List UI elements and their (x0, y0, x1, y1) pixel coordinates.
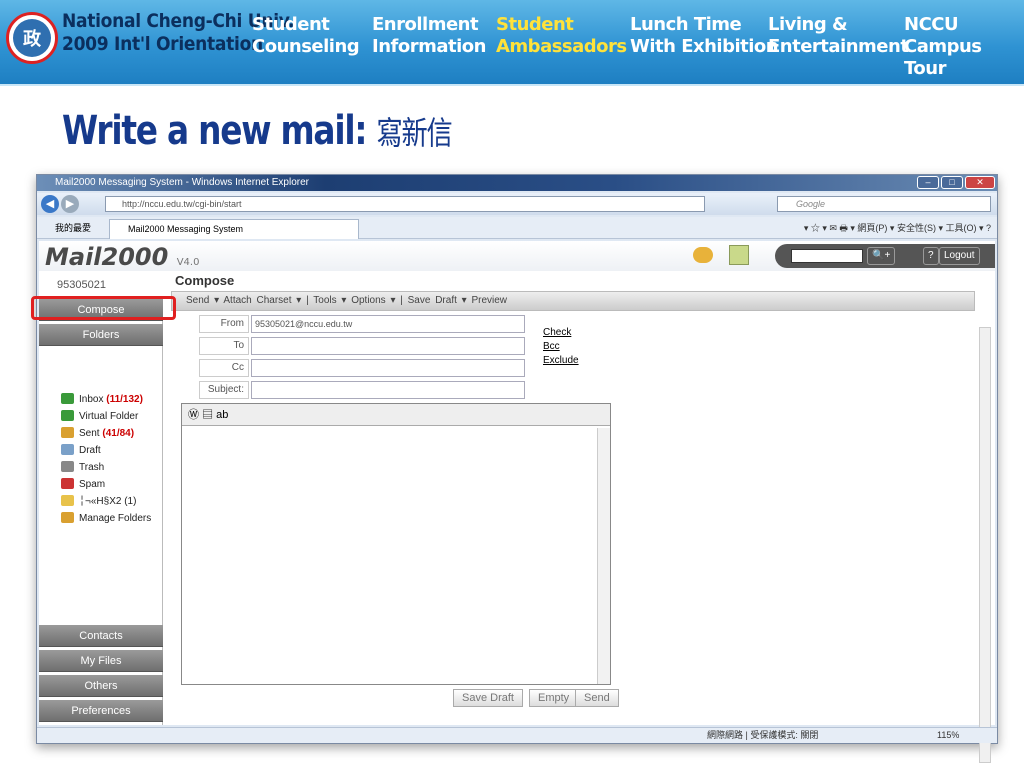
slide-title: Write a new mail: 寫新信 (62, 108, 453, 154)
from-label: From (199, 315, 249, 333)
minimize-icon[interactable]: – (917, 176, 939, 189)
address-bar-row: ◀ ▶ http://nccu.edu.tw/cgi-bin/start Goo… (37, 193, 997, 215)
back-icon[interactable]: ◀ (41, 195, 59, 213)
exclude-link[interactable]: Exclude (543, 355, 579, 366)
send-button[interactable]: Send (575, 689, 619, 707)
folder-trash[interactable]: Trash (49, 459, 151, 476)
check-link[interactable]: Check (543, 327, 571, 338)
preferences-button[interactable]: Preferences (39, 700, 163, 722)
favorites-bar: 我的最愛 Mail2000 Messaging System ▾ ☆ ▾ ✉ 🖶… (37, 217, 997, 239)
nav-lunch-time[interactable]: Lunch Time With Exhibition (630, 14, 779, 58)
notes-icon[interactable] (729, 245, 749, 265)
favorites-link[interactable]: 我的最愛 (37, 223, 91, 233)
others-button[interactable]: Others (39, 675, 163, 697)
nav-enrollment-information[interactable]: Enrollment Information (372, 14, 486, 58)
compose-toolbar[interactable]: Send ▾ Attach Charset ▾ | Tools ▾ Option… (171, 291, 975, 311)
from-field[interactable]: 95305021@nccu.edu.tw (251, 315, 525, 333)
open-file-icon[interactable]: ▤ (202, 409, 213, 421)
folder-sent[interactable]: Sent (41/84) (49, 425, 151, 442)
folder-icon (61, 495, 74, 506)
message-body[interactable] (182, 428, 598, 684)
search-button[interactable]: 🔍+ (867, 247, 896, 265)
nav-campus-tour[interactable]: NCCU Campus Tour (904, 14, 1024, 80)
bcc-link[interactable]: Bcc (543, 341, 560, 352)
status-bar: 網際網路 | 受保護模式: 關閉 115% (37, 727, 997, 743)
virtual-folder-icon (61, 410, 74, 421)
app-header: Mail2000 V4.0 🔍+ ? Logout (39, 241, 995, 271)
user-id: 95305021 (57, 279, 106, 291)
folder-tree: Inbox (11/132) Virtual Folder Sent (41/8… (49, 391, 151, 527)
nav-living-entertainment[interactable]: Living & Entertainment (768, 14, 909, 58)
compose-highlight-box (31, 296, 176, 320)
page-scrollbar[interactable] (979, 327, 991, 763)
manage-folders-icon (61, 512, 74, 523)
ie-window: Mail2000 Messaging System - Windows Inte… (36, 174, 998, 763)
nav-student-counseling[interactable]: Student Counseling (252, 14, 360, 58)
message-editor[interactable]: Ⓦ ▤ ab (181, 403, 611, 685)
editor-toolbar: Ⓦ ▤ ab (182, 404, 610, 426)
folder-spam[interactable]: Spam (49, 476, 151, 493)
cc-label: Cc (199, 359, 249, 377)
editor-scrollbar[interactable] (597, 428, 610, 684)
manage-folders[interactable]: Manage Folders (49, 510, 151, 527)
spellcheck-icon[interactable]: ab (216, 409, 228, 421)
browser-tools[interactable]: ▾ ☆ ▾ ✉ 🖶 ▾ 網頁(P) ▾ 安全性(S) ▾ 工具(O) ▾ ? (804, 217, 991, 239)
close-icon[interactable]: ✕ (965, 176, 995, 189)
myfiles-button[interactable]: My Files (39, 650, 163, 672)
sent-icon (61, 427, 74, 438)
folder-draft[interactable]: Draft (49, 442, 151, 459)
save-draft-button[interactable]: Save Draft (453, 689, 523, 707)
folder-inbox[interactable]: Inbox (11/132) (49, 391, 151, 408)
compose-panel: Compose Send ▾ Attach Charset ▾ | Tools … (171, 271, 991, 721)
to-field[interactable] (251, 337, 525, 355)
folders-button[interactable]: Folders (39, 324, 163, 346)
to-label: To (199, 337, 249, 355)
mail-app: Mail2000 V4.0 🔍+ ? Logout 95305021 Compo… (39, 241, 995, 763)
draft-icon (61, 444, 74, 455)
nav-student-ambassadors[interactable]: Student Ambassadors (496, 14, 627, 58)
slide-header: 政 National Cheng-Chi Univ. 2009 Int'l Ori… (0, 0, 1024, 86)
status-zone: 網際網路 | 受保護模式: 關閉 (707, 730, 819, 740)
wordart-icon[interactable]: Ⓦ (188, 409, 199, 421)
compose-title: Compose (175, 273, 235, 288)
forward-icon[interactable]: ▶ (61, 195, 79, 213)
empty-button[interactable]: Empty (529, 689, 579, 707)
inbox-icon (61, 393, 74, 404)
spam-icon (61, 478, 74, 489)
folder-custom[interactable]: ╎¬«H§X2 (1) (49, 493, 151, 510)
subject-field[interactable] (251, 381, 525, 399)
window-title: Mail2000 Messaging System - Windows Inte… (37, 175, 997, 191)
mailbox-icon[interactable] (693, 247, 713, 263)
zoom-level[interactable]: 115% (937, 728, 959, 743)
contacts-button[interactable]: Contacts (39, 625, 163, 647)
search-input[interactable]: Google (777, 196, 991, 212)
address-input[interactable]: http://nccu.edu.tw/cgi-bin/start (105, 196, 705, 212)
cc-field[interactable] (251, 359, 525, 377)
subject-label: Subject: (199, 381, 249, 399)
logout-button[interactable]: Logout (939, 247, 980, 265)
trash-icon (61, 461, 74, 472)
nccu-logo: 政 (6, 12, 58, 64)
maximize-icon[interactable]: □ (941, 176, 963, 189)
mail2000-logo: Mail2000 V4.0 (45, 243, 200, 271)
folder-virtual[interactable]: Virtual Folder (49, 408, 151, 425)
help-button[interactable]: ? (923, 247, 939, 265)
sidebar: Compose Folders Inbox (11/132) Virtual F… (39, 299, 163, 725)
header-search-input[interactable] (791, 249, 863, 263)
browser-tab[interactable]: Mail2000 Messaging System (109, 219, 359, 239)
